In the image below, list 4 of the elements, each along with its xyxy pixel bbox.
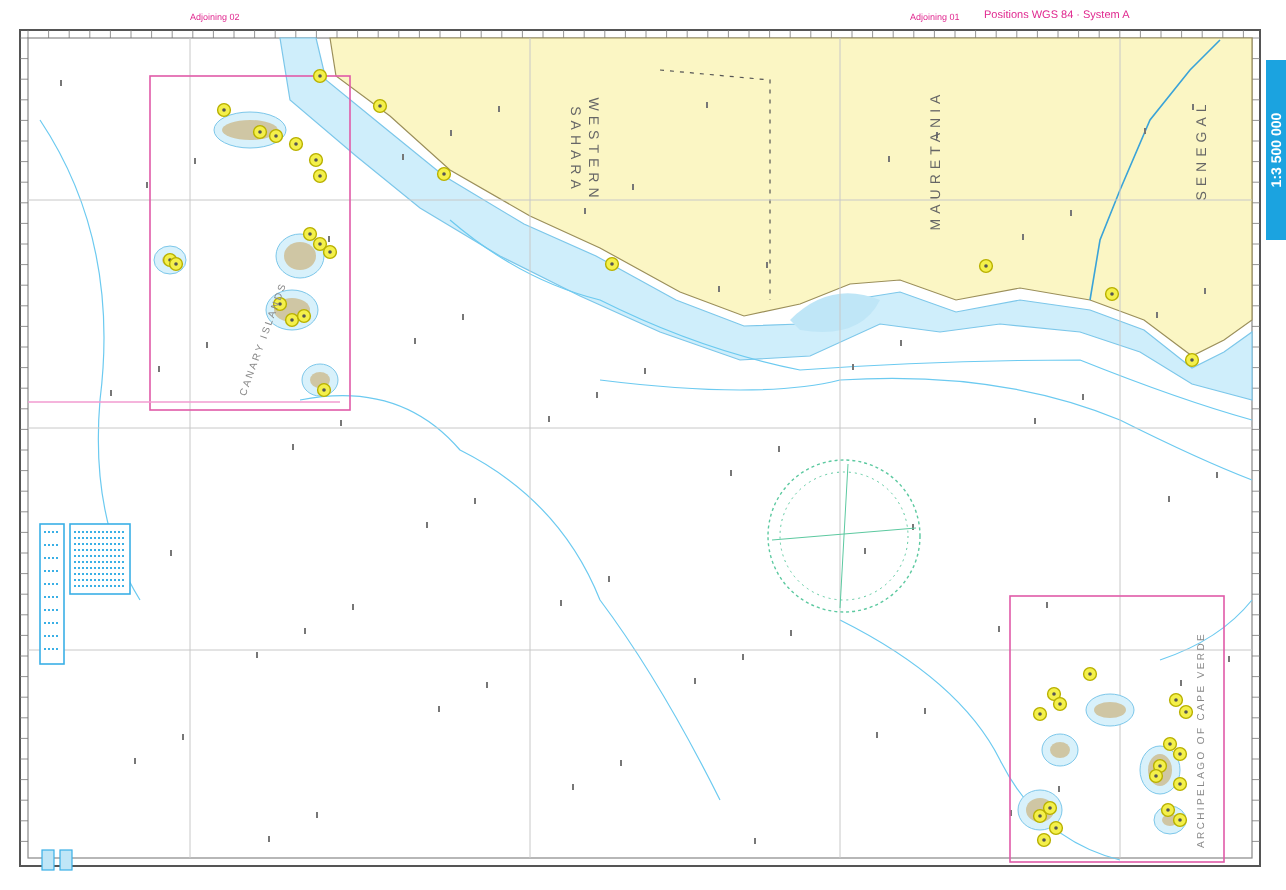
- chart-logos: [41, 849, 73, 871]
- island: [1041, 733, 1079, 767]
- island: [1085, 693, 1135, 727]
- chart-notes: [39, 523, 131, 665]
